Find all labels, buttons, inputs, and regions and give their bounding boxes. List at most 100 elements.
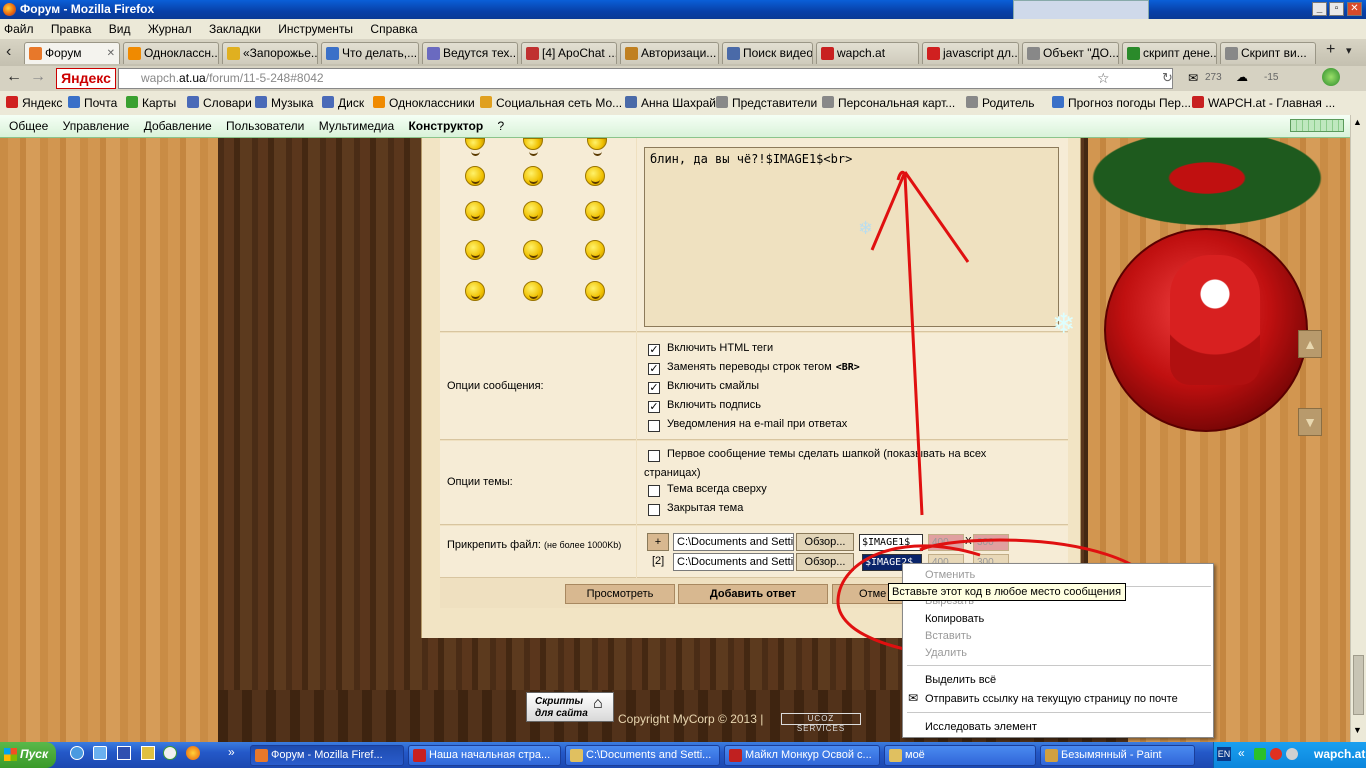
submit-reply-button[interactable]: Добавить ответ: [678, 584, 828, 604]
tab-7[interactable]: Авторизаци...: [620, 42, 719, 64]
smiley-icon[interactable]: [523, 201, 543, 221]
tab-10[interactable]: javascript дл...: [922, 42, 1019, 64]
scripts-badge[interactable]: Скрипты для сайта ⌂: [526, 692, 614, 722]
admin-general[interactable]: Общее: [9, 119, 48, 133]
menu-bookmarks[interactable]: Закладки: [209, 22, 261, 36]
quicklaunch-media-icon[interactable]: [163, 746, 177, 760]
scroll-up-icon[interactable]: ▲: [1353, 117, 1362, 127]
page-scrollbar[interactable]: ▲ ▼: [1350, 115, 1366, 742]
tab-1[interactable]: Форум ✕: [24, 42, 120, 64]
checkbox-message-option[interactable]: ✓: [648, 401, 660, 413]
tab-9[interactable]: wapch.at: [816, 42, 919, 64]
admin-help[interactable]: ?: [498, 119, 505, 133]
tabs-scroll-left-icon[interactable]: ‹: [6, 43, 11, 61]
quicklaunch-outlook-icon[interactable]: [93, 746, 107, 760]
ctx-paste[interactable]: Вставить: [925, 630, 972, 642]
bookmark-item[interactable]: Родитель: [966, 92, 1034, 114]
tab-11[interactable]: Объект "ДО...: [1022, 42, 1119, 64]
taskbar-task[interactable]: моё: [884, 745, 1036, 766]
back-icon[interactable]: ←: [6, 68, 22, 86]
bookmark-item[interactable]: Одноклассники: [373, 92, 475, 114]
bookmark-item[interactable]: Почта: [68, 92, 117, 114]
url-field[interactable]: wapch.at.ua/forum/11-5-248#8042: [118, 68, 1173, 89]
bookmark-item[interactable]: Яндекс: [6, 92, 62, 114]
checkbox-message-option[interactable]: [648, 420, 660, 432]
ctx-select-all[interactable]: Выделить всё: [925, 674, 996, 686]
message-textarea[interactable]: блин, да вы чё?!$IMAGE1$<br>: [644, 147, 1059, 327]
smiley-icon[interactable]: [585, 201, 605, 221]
admin-slider[interactable]: [1290, 119, 1344, 132]
mail-icon[interactable]: ✉: [1188, 71, 1198, 85]
tab-2[interactable]: Одноклассн...: [123, 42, 219, 64]
bookmark-item[interactable]: Анна Шахрай: [625, 92, 716, 114]
bookmark-item[interactable]: Социальная сеть Мо...: [480, 92, 622, 114]
admin-manage[interactable]: Управление: [63, 119, 130, 133]
smiley-icon[interactable]: [585, 281, 605, 301]
menu-history[interactable]: Журнал: [148, 22, 192, 36]
quicklaunch-folder-icon[interactable]: [141, 746, 155, 760]
tray-app-icon[interactable]: [1254, 748, 1266, 760]
admin-constructor[interactable]: Конструктор: [408, 119, 483, 133]
attach-add-button[interactable]: +: [647, 533, 669, 551]
language-indicator[interactable]: EN: [1217, 747, 1231, 761]
checkbox-topic-sticky[interactable]: [648, 485, 660, 497]
taskbar-task[interactable]: C:\Documents and Setti...: [565, 745, 720, 766]
yandex-logo[interactable]: Яндекс: [56, 68, 116, 89]
minimize-button[interactable]: _: [1312, 2, 1327, 16]
quicklaunch-save-icon[interactable]: [117, 746, 131, 760]
tab-8[interactable]: Поиск видео...: [722, 42, 813, 64]
preview-button[interactable]: Просмотреть: [565, 584, 675, 604]
smiley-icon[interactable]: [523, 281, 543, 301]
taskbar-task[interactable]: Безымянный - Paint: [1040, 745, 1195, 766]
browse-button-1[interactable]: Обзор...: [796, 533, 854, 551]
smiley-icon[interactable]: [523, 166, 543, 186]
image-height-1[interactable]: 300: [973, 534, 1009, 551]
taskbar-task[interactable]: Майкл Монкур Освой с...: [724, 745, 880, 766]
checkbox-message-option[interactable]: ✓: [648, 382, 660, 394]
menu-file[interactable]: Файл: [4, 22, 34, 36]
ctx-copy[interactable]: Копировать: [925, 613, 984, 625]
tab-list-icon[interactable]: ▾: [1346, 44, 1352, 57]
bookmark-item[interactable]: Диск: [322, 92, 364, 114]
checkbox-topic-header[interactable]: [648, 450, 660, 462]
tab-3[interactable]: «Запорожье...: [222, 42, 318, 64]
menu-help[interactable]: Справка: [370, 22, 417, 36]
file-path-1[interactable]: C:\Documents and Setti: [673, 533, 794, 551]
quicklaunch-firefox-icon[interactable]: [186, 746, 200, 760]
bookmark-item[interactable]: Персональная карт...: [822, 92, 955, 114]
reload-icon[interactable]: ↻: [1162, 70, 1173, 86]
bookmark-item[interactable]: Прогноз погоды Пер...: [1052, 92, 1191, 114]
admin-multimedia[interactable]: Мультимедиа: [319, 119, 394, 133]
forward-icon[interactable]: →: [30, 68, 46, 86]
maximize-button[interactable]: ▫: [1329, 2, 1344, 16]
tab-4[interactable]: Что делать,...: [321, 42, 419, 64]
image-width-1[interactable]: 400: [928, 534, 964, 551]
menu-edit[interactable]: Правка: [51, 22, 92, 36]
file-path-2[interactable]: C:\Documents and Setti: [673, 553, 794, 571]
scroll-down-icon[interactable]: ▼: [1353, 725, 1362, 735]
deco-scroll-down-icon[interactable]: ▼: [1298, 408, 1322, 436]
ctx-undo[interactable]: Отменить: [925, 569, 975, 581]
taskbar-task[interactable]: Форум - Mozilla Firef...: [250, 745, 404, 766]
admin-users[interactable]: Пользователи: [226, 119, 304, 133]
smiley-icon[interactable]: [465, 201, 485, 221]
bookmark-item[interactable]: Представители: [716, 92, 817, 114]
menu-view[interactable]: Вид: [109, 22, 131, 36]
tray-expand-icon[interactable]: «: [1238, 746, 1245, 760]
tray-volume-icon[interactable]: [1286, 748, 1298, 760]
checkbox-topic-closed[interactable]: [648, 504, 660, 516]
smiley-icon[interactable]: [523, 240, 543, 260]
bookmark-item[interactable]: Карты: [126, 92, 176, 114]
quicklaunch-more-icon[interactable]: »: [228, 745, 235, 759]
bookmark-item[interactable]: WAPCH.at - Главная ...: [1192, 92, 1335, 114]
star-icon[interactable]: ☆: [1097, 70, 1110, 87]
browse-button-2[interactable]: Обзор...: [796, 553, 854, 571]
globe-icon[interactable]: [1322, 68, 1340, 86]
taskbar-task[interactable]: Наша начальная стра...: [408, 745, 561, 766]
checkbox-message-option[interactable]: ✓: [648, 363, 660, 375]
tab-6[interactable]: [4] ApoChat ...: [521, 42, 617, 64]
quicklaunch-ie-icon[interactable]: [70, 746, 84, 760]
close-tab-icon[interactable]: ✕: [107, 43, 115, 64]
smiley-icon[interactable]: [465, 166, 485, 186]
smiley-icon[interactable]: [585, 240, 605, 260]
